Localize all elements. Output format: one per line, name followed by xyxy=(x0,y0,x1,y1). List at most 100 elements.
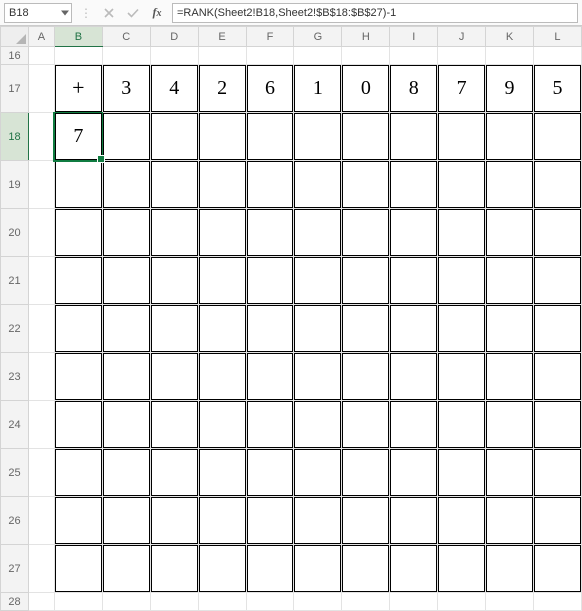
cell-L26[interactable] xyxy=(533,497,581,545)
cell-G16[interactable] xyxy=(294,47,342,65)
cell-H20[interactable] xyxy=(342,209,390,257)
cell-K24[interactable] xyxy=(486,401,534,449)
cell-A24[interactable] xyxy=(28,401,54,449)
cell-K22[interactable] xyxy=(486,305,534,353)
cell-A25[interactable] xyxy=(28,449,54,497)
cell-L19[interactable] xyxy=(533,161,581,209)
cell-B22[interactable] xyxy=(54,305,102,353)
cell-F25[interactable] xyxy=(246,449,294,497)
cell-J22[interactable] xyxy=(438,305,486,353)
cell-G22[interactable] xyxy=(294,305,342,353)
row-header-19[interactable]: 19 xyxy=(1,161,29,209)
cell-C17[interactable]: 3 xyxy=(102,65,150,113)
cell-I18[interactable] xyxy=(390,113,438,161)
cell-F16[interactable] xyxy=(246,47,294,65)
cell-I24[interactable] xyxy=(390,401,438,449)
cell-A27[interactable] xyxy=(28,545,54,593)
cell-B23[interactable] xyxy=(54,353,102,401)
cell-I16[interactable] xyxy=(390,47,438,65)
column-header-K[interactable]: K xyxy=(486,27,534,47)
cell-K25[interactable] xyxy=(486,449,534,497)
cell-E22[interactable] xyxy=(198,305,246,353)
row-header-27[interactable]: 27 xyxy=(1,545,29,593)
cell-G27[interactable] xyxy=(294,545,342,593)
cell-J18[interactable] xyxy=(438,113,486,161)
cell-C23[interactable] xyxy=(102,353,150,401)
cell-B16[interactable] xyxy=(54,47,102,65)
cell-D19[interactable] xyxy=(150,161,198,209)
cell-A18[interactable] xyxy=(28,113,54,161)
cell-H28[interactable] xyxy=(342,593,390,611)
cell-C24[interactable] xyxy=(102,401,150,449)
cell-L22[interactable] xyxy=(533,305,581,353)
cell-G25[interactable] xyxy=(294,449,342,497)
cell-J26[interactable] xyxy=(438,497,486,545)
cell-L16[interactable] xyxy=(533,47,581,65)
cell-K17[interactable]: 9 xyxy=(486,65,534,113)
cell-L23[interactable] xyxy=(533,353,581,401)
row-header-20[interactable]: 20 xyxy=(1,209,29,257)
row-header-25[interactable]: 25 xyxy=(1,449,29,497)
cell-F17[interactable]: 6 xyxy=(246,65,294,113)
column-header-F[interactable]: F xyxy=(246,27,294,47)
cell-D20[interactable] xyxy=(150,209,198,257)
cell-K28[interactable] xyxy=(486,593,534,611)
cell-J23[interactable] xyxy=(438,353,486,401)
cell-E26[interactable] xyxy=(198,497,246,545)
cell-C18[interactable] xyxy=(102,113,150,161)
cell-A28[interactable] xyxy=(28,593,54,611)
cell-G21[interactable] xyxy=(294,257,342,305)
cell-H18[interactable] xyxy=(342,113,390,161)
cell-F20[interactable] xyxy=(246,209,294,257)
cell-G23[interactable] xyxy=(294,353,342,401)
column-header-G[interactable]: G xyxy=(294,27,342,47)
cell-I23[interactable] xyxy=(390,353,438,401)
cell-G19[interactable] xyxy=(294,161,342,209)
cell-E27[interactable] xyxy=(198,545,246,593)
cell-A19[interactable] xyxy=(28,161,54,209)
cell-H27[interactable] xyxy=(342,545,390,593)
insert-function-button[interactable]: fx xyxy=(148,4,166,22)
cell-C28[interactable] xyxy=(102,593,150,611)
cell-F23[interactable] xyxy=(246,353,294,401)
cell-C27[interactable] xyxy=(102,545,150,593)
formula-input[interactable]: =RANK(Sheet2!B18,Sheet2!$B$18:$B$27)-1 xyxy=(172,3,578,23)
cell-I17[interactable]: 8 xyxy=(390,65,438,113)
cell-B20[interactable] xyxy=(54,209,102,257)
cell-F28[interactable] xyxy=(246,593,294,611)
cell-H23[interactable] xyxy=(342,353,390,401)
cell-E20[interactable] xyxy=(198,209,246,257)
column-header-C[interactable]: C xyxy=(102,27,150,47)
row-header-28[interactable]: 28 xyxy=(1,593,29,611)
row-header-22[interactable]: 22 xyxy=(1,305,29,353)
cell-H26[interactable] xyxy=(342,497,390,545)
enter-button[interactable] xyxy=(124,4,142,22)
cell-F27[interactable] xyxy=(246,545,294,593)
cell-G18[interactable] xyxy=(294,113,342,161)
cell-K20[interactable] xyxy=(486,209,534,257)
cell-E25[interactable] xyxy=(198,449,246,497)
row-header-17[interactable]: 17 xyxy=(1,65,29,113)
column-header-L[interactable]: L xyxy=(533,27,581,47)
cell-J17[interactable]: 7 xyxy=(438,65,486,113)
cell-G26[interactable] xyxy=(294,497,342,545)
cell-D25[interactable] xyxy=(150,449,198,497)
chevron-down-icon[interactable] xyxy=(61,10,69,15)
cell-I22[interactable] xyxy=(390,305,438,353)
column-header-H[interactable]: H xyxy=(342,27,390,47)
column-header-A[interactable]: A xyxy=(28,27,54,47)
cell-G17[interactable]: 1 xyxy=(294,65,342,113)
name-box[interactable]: B18 xyxy=(4,3,72,23)
cell-G24[interactable] xyxy=(294,401,342,449)
cell-I25[interactable] xyxy=(390,449,438,497)
cell-J21[interactable] xyxy=(438,257,486,305)
cell-B25[interactable] xyxy=(54,449,102,497)
column-header-J[interactable]: J xyxy=(438,27,486,47)
cell-L21[interactable] xyxy=(533,257,581,305)
cell-L17[interactable]: 5 xyxy=(533,65,581,113)
cell-D28[interactable] xyxy=(150,593,198,611)
cell-D18[interactable] xyxy=(150,113,198,161)
cell-F24[interactable] xyxy=(246,401,294,449)
spreadsheet-grid[interactable]: ABCDEFGHIJKL1617+34261087951871920212223… xyxy=(0,26,582,611)
cell-J27[interactable] xyxy=(438,545,486,593)
